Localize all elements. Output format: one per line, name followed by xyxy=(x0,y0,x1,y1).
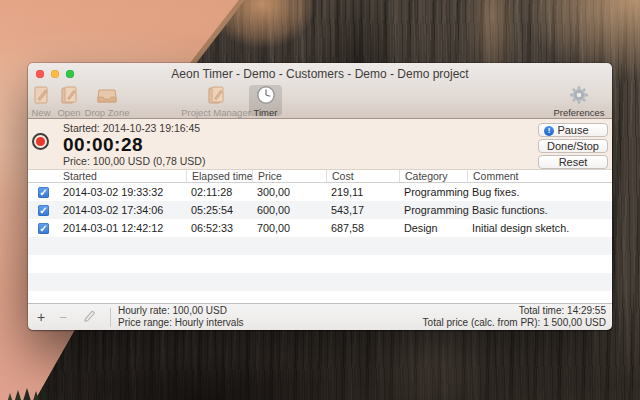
timer-panel: Started: 2014-10-23 19:16:45 00:00:28 Pr… xyxy=(28,119,612,169)
toolbar-label: Open xyxy=(57,107,80,118)
minimize-button[interactable] xyxy=(51,70,59,78)
toolbar-label: Preferences xyxy=(553,107,604,118)
wallpaper-tree xyxy=(32,391,40,400)
wallpaper-tree xyxy=(14,390,22,400)
pause-label: Pause xyxy=(557,124,588,136)
gear-icon xyxy=(569,85,589,105)
total-price: Total price (calc. from PR): 1 500,00 US… xyxy=(423,317,606,329)
toolbar: New Open Dr xyxy=(28,84,612,118)
rate-info: Hourly rate: 100,00 USD Price range: Hou… xyxy=(118,305,244,329)
totals-info: Total time: 14:29:55 Total price (calc. … xyxy=(423,305,606,329)
cell-started: 2014-03-02 19:33:32 xyxy=(58,186,186,198)
wallpaper-tree xyxy=(6,393,14,400)
open-icon xyxy=(59,85,79,105)
toolbar-label: Timer xyxy=(254,107,278,118)
table-row[interactable]: ✓ 2014-03-02 19:33:32 02:11:28 300,00 21… xyxy=(28,183,612,201)
cell-price: 600,00 xyxy=(252,204,326,216)
header-category[interactable]: Category xyxy=(399,170,467,182)
cell-elapsed: 05:25:54 xyxy=(186,204,252,216)
table-body: ✓ 2014-03-02 19:33:32 02:11:28 300,00 21… xyxy=(28,183,612,303)
header-comment[interactable]: Comment xyxy=(467,170,612,182)
timer-price: Price: 100,00 USD (0,78 USD) xyxy=(63,155,205,168)
row-checkbox[interactable]: ✓ xyxy=(38,187,49,198)
header-price[interactable]: Price xyxy=(252,170,326,182)
edit-pencil-button[interactable] xyxy=(76,310,102,324)
titlebar[interactable]: Aeon Timer - Demo - Customers - Demo - D… xyxy=(28,63,612,84)
header-checkbox-col xyxy=(28,170,58,182)
toolbar-item-new[interactable]: New xyxy=(30,85,52,116)
cell-comment: Bug fixes. xyxy=(467,186,612,198)
table-header: Started Elapsed time Price Cost Category… xyxy=(28,169,612,183)
price-range: Price range: Hourly intervals xyxy=(118,317,244,329)
toolbar-item-preferences[interactable]: Preferences xyxy=(549,85,609,116)
new-document-icon xyxy=(31,85,51,105)
cell-price: 300,00 xyxy=(252,186,326,198)
timer-info: Started: 2014-10-23 19:16:45 00:00:28 Pr… xyxy=(63,122,205,168)
total-time: Total time: 14:29:55 xyxy=(423,305,606,317)
toolbar-label: Project Manager xyxy=(181,107,251,118)
cell-cost: 687,58 xyxy=(326,222,399,234)
info-icon: ! xyxy=(544,126,554,136)
cell-started: 2014-03-02 17:34:06 xyxy=(58,204,186,216)
row-checkbox[interactable]: ✓ xyxy=(38,223,49,234)
window-chrome: Aeon Timer - Demo - Customers - Demo - D… xyxy=(28,63,612,119)
toolbar-item-project-manager[interactable]: Project Manager xyxy=(180,85,252,116)
traffic-lights xyxy=(36,70,74,78)
toolbar-label: Drop Zone xyxy=(85,107,130,118)
hourly-rate: Hourly rate: 100,00 USD xyxy=(118,305,244,317)
remove-button[interactable]: − xyxy=(50,310,76,325)
cell-elapsed: 02:11:28 xyxy=(186,186,252,198)
cell-price: 700,00 xyxy=(252,222,326,234)
cell-category: Programming xyxy=(399,204,467,216)
statusbar-divider xyxy=(110,308,111,327)
wallpaper-tree xyxy=(23,388,31,400)
done-stop-label: Done/Stop xyxy=(547,140,599,152)
reset-label: Reset xyxy=(559,156,588,168)
reset-button[interactable]: Reset xyxy=(538,155,608,169)
table-row[interactable]: ✓ 2014-03-02 17:34:06 05:25:54 600,00 54… xyxy=(28,201,612,219)
cell-comment: Initial design sketch. xyxy=(467,222,612,234)
done-stop-button[interactable]: Done/Stop xyxy=(538,139,608,153)
wallpaper-tree xyxy=(40,387,48,400)
toolbar-item-drop-zone[interactable]: Drop Zone xyxy=(86,85,128,116)
toolbar-item-open[interactable]: Open xyxy=(56,85,82,116)
cell-category: Design xyxy=(399,222,467,234)
table-row[interactable]: ✓ 2014-03-01 12:42:12 06:52:33 700,00 68… xyxy=(28,219,612,237)
cell-cost: 543,17 xyxy=(326,204,399,216)
row-checkbox[interactable]: ✓ xyxy=(38,205,49,216)
add-button[interactable]: + xyxy=(28,309,50,325)
drop-zone-icon xyxy=(96,85,118,105)
timer-clock-icon xyxy=(256,85,276,105)
record-indicator-icon xyxy=(32,133,49,150)
window-title: Aeon Timer - Demo - Customers - Demo - D… xyxy=(28,63,612,85)
cell-elapsed: 06:52:33 xyxy=(186,222,252,234)
cell-comment: Basic functions. xyxy=(467,204,612,216)
header-elapsed-time[interactable]: Elapsed time xyxy=(186,170,252,182)
status-bar: + − Hourly rate: 100,00 USD Price range:… xyxy=(28,303,612,330)
timer-buttons: ! Pause Done/Stop Reset xyxy=(538,123,608,171)
cell-started: 2014-03-01 12:42:12 xyxy=(58,222,186,234)
toolbar-item-timer[interactable]: Timer xyxy=(249,85,282,116)
header-cost[interactable]: Cost xyxy=(326,170,399,182)
pause-button[interactable]: ! Pause xyxy=(538,123,608,137)
app-window: Aeon Timer - Demo - Customers - Demo - D… xyxy=(28,63,612,330)
zoom-button[interactable] xyxy=(66,70,74,78)
toolbar-label: New xyxy=(31,107,50,118)
cell-category: Programming xyxy=(399,186,467,198)
close-button[interactable] xyxy=(36,70,44,78)
project-manager-icon xyxy=(206,85,226,105)
timer-elapsed: 00:00:28 xyxy=(63,135,205,155)
cell-cost: 219,11 xyxy=(326,186,399,198)
header-started[interactable]: Started xyxy=(58,170,186,182)
